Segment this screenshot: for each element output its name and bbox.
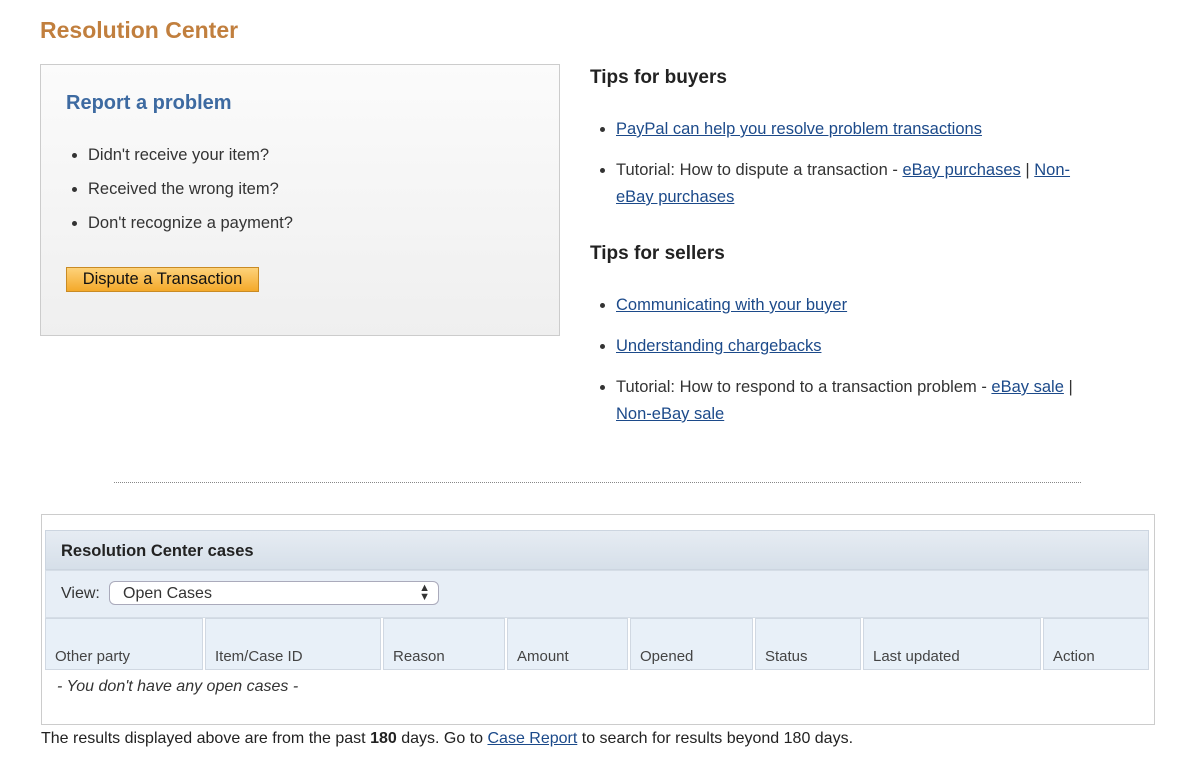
select-arrows-icon: ▲ ▼ xyxy=(419,582,430,603)
dispute-transaction-button[interactable]: Dispute a Transaction xyxy=(66,267,259,292)
list-item: Communicating with your buyer xyxy=(616,292,1090,319)
list-item: Understanding chargebacks xyxy=(616,333,1090,360)
non-ebay-sale-link[interactable]: Non-eBay sale xyxy=(616,405,724,423)
ebay-sale-link[interactable]: eBay sale xyxy=(991,378,1063,396)
divider xyxy=(114,482,1081,483)
separator: | xyxy=(1020,161,1035,179)
chargebacks-link[interactable]: Understanding chargebacks xyxy=(616,337,821,355)
list-item: Received the wrong item? xyxy=(88,179,293,199)
footer-text: days. Go to xyxy=(396,730,488,747)
column-last-updated[interactable]: Last updated xyxy=(863,618,1041,670)
footer-note: The results displayed above are from the… xyxy=(41,730,853,748)
list-item: PayPal can help you resolve problem tran… xyxy=(616,116,1090,143)
view-select-value: Open Cases xyxy=(123,585,212,602)
column-action: Action xyxy=(1043,618,1149,670)
separator: | xyxy=(1063,378,1073,396)
ebay-purchases-link[interactable]: eBay purchases xyxy=(902,161,1020,179)
list-item: Didn't receive your item? xyxy=(88,145,293,165)
table-header: Other party Item/Case ID Reason Amount O… xyxy=(45,618,1149,672)
buyer-tips-title: Tips for buyers xyxy=(590,67,727,88)
tutorial-text: Tutorial: How to dispute a transaction - xyxy=(616,161,903,179)
tutorial-text: Tutorial: How to respond to a transactio… xyxy=(616,378,992,396)
buyer-tips: Tips for buyers PayPal can help you reso… xyxy=(590,67,1090,225)
seller-tips-title: Tips for sellers xyxy=(590,243,725,264)
list-item: Tutorial: How to respond to a transactio… xyxy=(616,374,1090,428)
days-count: 180 xyxy=(370,730,397,747)
column-opened[interactable]: Opened xyxy=(630,618,753,670)
resolve-problems-link[interactable]: PayPal can help you resolve problem tran… xyxy=(616,120,982,138)
cases-title: Resolution Center cases xyxy=(45,530,1149,570)
report-problem-box: Report a problem Didn't receive your ite… xyxy=(40,64,560,336)
column-status[interactable]: Status xyxy=(755,618,861,670)
footer-text: to search for results beyond 180 days. xyxy=(577,730,854,747)
cases-panel: Resolution Center cases View: Open Cases… xyxy=(41,514,1155,725)
list-item: Don't recognize a payment? xyxy=(88,213,293,233)
problem-list: Didn't receive your item? Received the w… xyxy=(66,145,293,247)
column-reason[interactable]: Reason xyxy=(383,618,505,670)
page-title: Resolution Center xyxy=(40,17,239,43)
list-item: Tutorial: How to dispute a transaction -… xyxy=(616,157,1090,211)
view-label: View: xyxy=(61,585,100,602)
report-title: Report a problem xyxy=(66,92,232,114)
empty-cases-message: - You don't have any open cases - xyxy=(57,678,299,695)
column-item-case-id[interactable]: Item/Case ID xyxy=(205,618,381,670)
column-other-party[interactable]: Other party xyxy=(45,618,203,670)
seller-tips: Tips for sellers Communicating with your… xyxy=(590,243,1090,442)
view-select[interactable]: Open Cases ▲ ▼ xyxy=(109,581,439,605)
communicating-link[interactable]: Communicating with your buyer xyxy=(616,296,847,314)
column-amount[interactable]: Amount xyxy=(507,618,628,670)
view-filter-row: View: Open Cases ▲ ▼ xyxy=(45,570,1149,618)
case-report-link[interactable]: Case Report xyxy=(487,730,577,747)
footer-text: The results displayed above are from the… xyxy=(41,730,371,747)
